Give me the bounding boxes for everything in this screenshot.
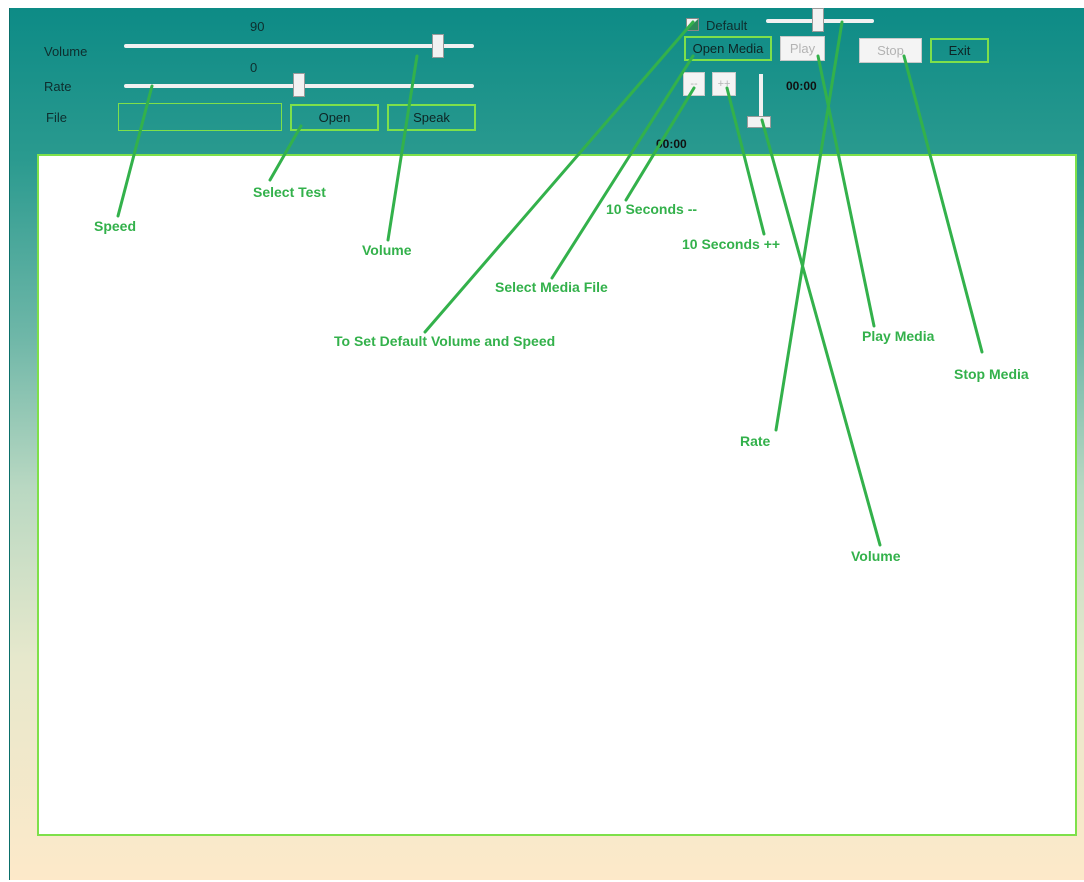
file-label: File xyxy=(46,110,67,125)
default-label: Default xyxy=(706,18,748,33)
media-display-area xyxy=(37,154,1077,836)
total-time: 00:00 xyxy=(656,137,687,151)
volume-slider[interactable] xyxy=(124,44,474,48)
rate-label: Rate xyxy=(44,79,72,94)
annotation-speed: Speed xyxy=(94,218,137,234)
media-rate-slider-thumb[interactable] xyxy=(812,8,824,32)
annotation-rewind: 10 Seconds -- xyxy=(606,201,698,217)
current-time: 00:00 xyxy=(786,79,817,93)
annotation-select-test: Select Test xyxy=(253,184,326,200)
stop-button[interactable]: Stop xyxy=(859,38,922,63)
annotation-volume: Volume xyxy=(362,242,412,258)
open-media-button[interactable]: Open Media xyxy=(684,36,772,61)
annotation-rate: Rate xyxy=(740,433,771,449)
annotation-forward: 10 Seconds ++ xyxy=(682,236,781,252)
volume-value: 90 xyxy=(250,19,265,34)
rate-slider-thumb[interactable] xyxy=(293,73,305,97)
annotation-select-media: Select Media File xyxy=(495,279,608,295)
volume-label: Volume xyxy=(44,44,88,59)
rate-value: 0 xyxy=(250,60,258,75)
app-window: 90 Volume 0 Rate File Open Speak Default… xyxy=(10,8,1084,880)
annotation-media-volume: Volume xyxy=(851,548,901,564)
file-input[interactable] xyxy=(118,103,282,131)
rewind-10s-button[interactable]: -- xyxy=(683,72,705,96)
default-checkbox[interactable] xyxy=(686,18,699,31)
open-button[interactable]: Open xyxy=(290,104,379,131)
play-button[interactable]: Play xyxy=(780,36,825,61)
annotation-default: To Set Default Volume and Speed xyxy=(334,333,556,349)
annotation-stop: Stop Media xyxy=(954,366,1029,382)
exit-button[interactable]: Exit xyxy=(930,38,989,63)
media-volume-slider-thumb[interactable] xyxy=(747,116,771,128)
forward-10s-button[interactable]: ++ xyxy=(712,72,736,96)
speak-button[interactable]: Speak xyxy=(387,104,476,131)
checkbox-mark-icon xyxy=(687,19,698,30)
annotation-play: Play Media xyxy=(862,328,935,344)
volume-slider-thumb[interactable] xyxy=(432,34,444,58)
